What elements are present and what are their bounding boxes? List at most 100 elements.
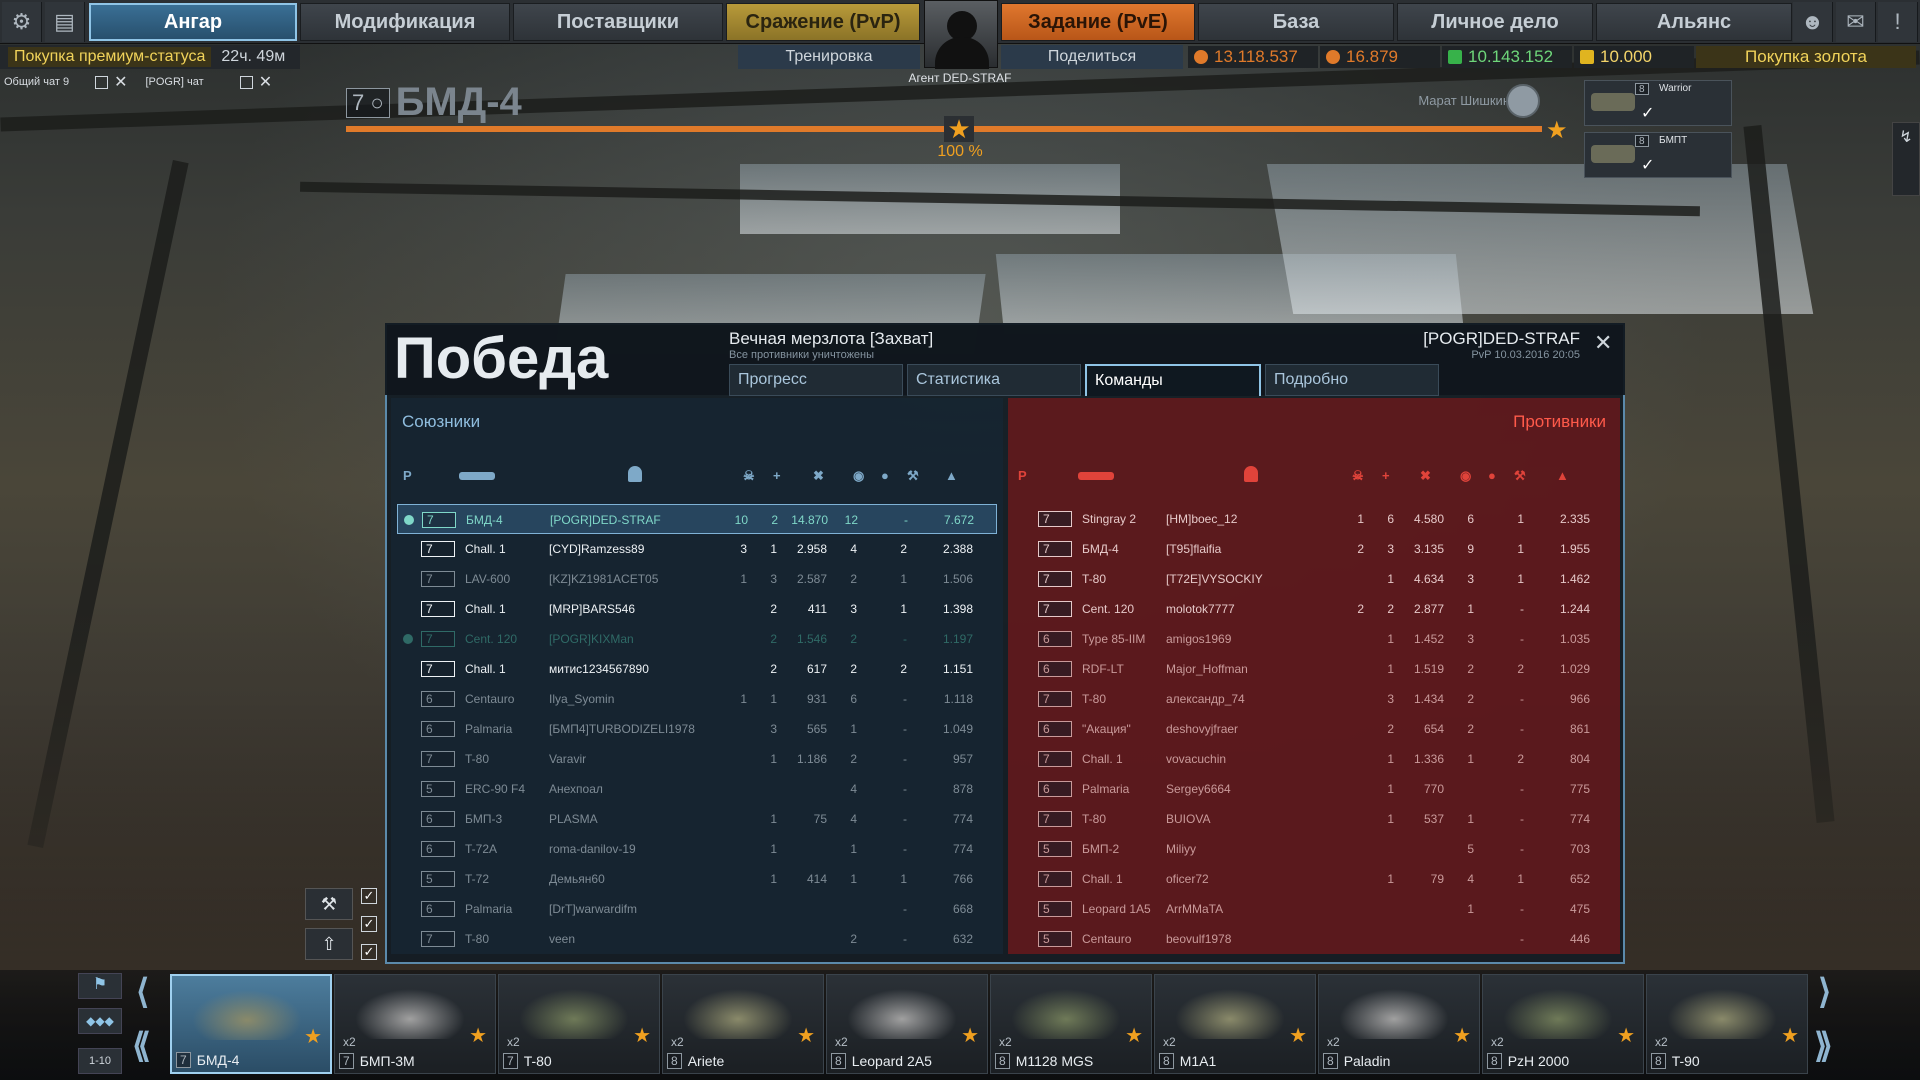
- vehicle-card[interactable]: ★ x2 7 БМП-3М: [334, 974, 496, 1074]
- alert-icon[interactable]: !: [1878, 2, 1918, 42]
- capture-column-icon: ●: [1488, 468, 1496, 483]
- table-row[interactable]: 6 "Акация" deshovyjfraer 2 654 2 - 861: [1014, 714, 1614, 744]
- auto-extra-checkbox[interactable]: ✓: [361, 944, 377, 960]
- vehicle-card[interactable]: ★ x2 8 M1128 MGS: [990, 974, 1152, 1074]
- vehicle-card[interactable]: ★ x2 8 Leopard 2A5: [826, 974, 988, 1074]
- carousel-next-icon[interactable]: ⟩: [1818, 972, 1831, 1012]
- spotting-value: 2: [850, 632, 857, 646]
- table-row[interactable]: 7 Stingray 2 [HM]boec_12 1 6 4.580 6 1 2.335: [1014, 504, 1614, 534]
- table-row[interactable]: 6 Centauro Ilya_Syomin 1 1 931 6 - 1.118: [397, 684, 997, 714]
- premium-bar[interactable]: Покупка премиум-статуса 22ч. 49м: [0, 45, 300, 69]
- vehicle-card[interactable]: ★ x2 8 Paladin: [1318, 974, 1480, 1074]
- table-row[interactable]: 7 T-80 veen 2 - 632: [397, 924, 997, 954]
- rank-badge: 7: [421, 541, 455, 557]
- table-row[interactable]: 6 RDF-LT Major_Hoffman 1 1.519 2 2 1.029: [1014, 654, 1614, 684]
- table-row[interactable]: 5 ERC-90 F4 Анехпоал 4 - 878: [397, 774, 997, 804]
- table-row[interactable]: 7 Chall. 1 [MRP]BARS546 2 411 3 1 1.398: [397, 594, 997, 624]
- vehicle-card[interactable]: ★ x2 7 T-80: [498, 974, 660, 1074]
- premium-purchase-link[interactable]: Покупка премиум-статуса: [8, 47, 212, 67]
- bookmark-filter-button[interactable]: ⚑: [78, 973, 122, 999]
- queue-item[interactable]: 8 Warrior ✓: [1584, 80, 1732, 126]
- table-row[interactable]: 6 Type 85-IIM amigos1969 1 1.452 3 - 1.035: [1014, 624, 1614, 654]
- table-row[interactable]: 7 Cent. 120 [POGR]KIXMan 2 1.546 2 - 1.197: [397, 624, 997, 654]
- agent-avatar[interactable]: [924, 0, 998, 69]
- table-row[interactable]: 5 Centauro beovulf1978 - 446: [1014, 924, 1614, 954]
- table-row[interactable]: 5 БМП-2 Miliyy 5 - 703: [1014, 834, 1614, 864]
- damage-value: 2.587: [796, 572, 827, 586]
- experience-multiplier: x2: [1655, 1035, 1668, 1049]
- tab-modification[interactable]: Модификация: [300, 3, 510, 41]
- repair-value: -: [1520, 902, 1524, 916]
- vehicle-card[interactable]: ★ x2 8 M1A1: [1154, 974, 1316, 1074]
- table-row[interactable]: 7 Chall. 1 [CYD]Ramzess89 3 1 2.958 4 2 2.388: [397, 534, 997, 564]
- card-rank: 8: [831, 1053, 846, 1069]
- tab-statistics[interactable]: Статистика: [907, 364, 1081, 396]
- end-star-icon: ★: [1546, 117, 1568, 144]
- training-label: Тренировка: [785, 48, 873, 65]
- clan-chat-checkbox[interactable]: [239, 75, 253, 89]
- auto-resupply-checkbox[interactable]: ✓: [361, 916, 377, 932]
- side-panel-toggle[interactable]: ↯: [1892, 122, 1920, 196]
- tab-personal-file[interactable]: Личное дело: [1397, 3, 1593, 41]
- table-row[interactable]: 7 T-80 [T72E]VYSOCKIY 1 4.634 3 1 1.462: [1014, 564, 1614, 594]
- buy-gold-button[interactable]: Покупка золота: [1696, 46, 1916, 68]
- card-label: 8 Ariete: [667, 1053, 724, 1069]
- carousel-last-icon[interactable]: ⟫: [1814, 1026, 1833, 1066]
- repair-tool-button[interactable]: ⚒: [305, 888, 353, 920]
- vehicle-card[interactable]: ★ x2 8 Ariete: [662, 974, 824, 1074]
- rank-filter-button[interactable]: 1-10: [78, 1048, 122, 1074]
- table-row[interactable]: 7 Chall. 1 vovacuchin 1 1.336 1 2 804: [1014, 744, 1614, 774]
- class-filter-button[interactable]: ◆◆◆: [78, 1008, 122, 1034]
- table-row[interactable]: 7 T-80 александр_74 3 1.434 2 - 966: [1014, 684, 1614, 714]
- table-row[interactable]: 7 T-80 BUIOVA 1 537 1 - 774: [1014, 804, 1614, 834]
- carousel-first-icon[interactable]: ⟪: [132, 1026, 151, 1066]
- table-row[interactable]: 7 Chall. 1 митис1234567890 2 617 2 2 1.151: [397, 654, 997, 684]
- vehicle-card[interactable]: ★ 7 БМД-4: [170, 974, 332, 1074]
- table-row[interactable]: 5 Leopard 1A5 ArrMMaTA 1 - 475: [1014, 894, 1614, 924]
- tab-pvp-battle[interactable]: Сражение (PvP): [726, 3, 920, 41]
- share-button[interactable]: Поделиться: [1001, 45, 1183, 69]
- tab-suppliers[interactable]: Поставщики: [513, 3, 723, 41]
- messages-icon[interactable]: ✉: [1836, 2, 1876, 42]
- player-name: [T72E]VYSOCKIY: [1166, 572, 1263, 586]
- tab-base[interactable]: База: [1198, 3, 1394, 41]
- clan-chat-close-icon[interactable]: ✕: [259, 72, 272, 92]
- auto-repair-checkbox[interactable]: ✓: [361, 888, 377, 904]
- tab-teams[interactable]: Команды: [1085, 364, 1261, 396]
- table-row[interactable]: 6 Palmaria Sergey6664 1 770 - 775: [1014, 774, 1614, 804]
- general-chat-checkbox[interactable]: [95, 75, 109, 89]
- vehicle-card[interactable]: ★ x2 8 T-90: [1646, 974, 1808, 1074]
- settings-gear-icon[interactable]: ⚙: [2, 2, 42, 42]
- table-row[interactable]: 7 БМД-4 [T95]flaifia 2 3 3.135 9 1 1.955: [1014, 534, 1614, 564]
- tab-alliance[interactable]: Альянс: [1596, 3, 1792, 41]
- training-button[interactable]: Тренировка: [738, 45, 920, 69]
- commander-emblem-icon[interactable]: [1506, 84, 1540, 118]
- table-row[interactable]: 6 T-72A roma-danilov-19 1 1 - 774: [397, 834, 997, 864]
- close-icon[interactable]: ✕: [1594, 330, 1612, 356]
- tab-progress[interactable]: Прогресс: [729, 364, 903, 396]
- general-chat-close-icon[interactable]: ✕: [114, 72, 127, 92]
- table-row[interactable]: 6 Palmaria [DrT]warwardifm - 668: [397, 894, 997, 924]
- table-row[interactable]: 7 Cent. 120 molotok7777 2 2 2.877 1 - 1.244: [1014, 594, 1614, 624]
- assists-value: 3: [770, 572, 777, 586]
- carousel-prev-icon[interactable]: ⟨: [136, 972, 149, 1012]
- vehicle-card[interactable]: ★ x2 8 PzH 2000: [1482, 974, 1644, 1074]
- clan-chat-label[interactable]: [POGR] чат: [145, 76, 203, 88]
- display-icon[interactable]: ▤: [45, 2, 85, 42]
- spotting-value: 4: [850, 542, 857, 556]
- table-row[interactable]: 6 БМП-3 PLASMA 1 75 4 - 774: [397, 804, 997, 834]
- tab-pve-mission[interactable]: Задание (PvE): [1001, 3, 1195, 41]
- table-row[interactable]: 7 LAV-600 [KZ]KZ1981ACET05 1 3 2.587 2 1 1.506: [397, 564, 997, 594]
- table-row[interactable]: 7 БМД-4 [POGR]DED-STRAF 10 2 14.870 12 - 7.672: [397, 504, 997, 534]
- card-rank: 7: [176, 1052, 191, 1068]
- resupply-tool-button[interactable]: ⇧: [305, 928, 353, 960]
- tab-details[interactable]: Подробно: [1265, 364, 1439, 396]
- table-row[interactable]: 7 Chall. 1 oficer72 1 79 4 1 652: [1014, 864, 1614, 894]
- table-row[interactable]: 6 Palmaria [БМП4]TURBODIZELI1978 3 565 1 - 1.04…: [397, 714, 997, 744]
- queue-item[interactable]: 8 БМПТ ✓: [1584, 132, 1732, 178]
- general-chat-label[interactable]: Общий чат 9: [4, 76, 69, 88]
- table-row[interactable]: 7 T-80 Varavir 1 1.186 2 - 957: [397, 744, 997, 774]
- profile-icon[interactable]: ☻: [1793, 2, 1833, 42]
- table-row[interactable]: 5 T-72 Демьян60 1 414 1 1 766: [397, 864, 997, 894]
- tab-hangar[interactable]: Ангар: [89, 3, 297, 41]
